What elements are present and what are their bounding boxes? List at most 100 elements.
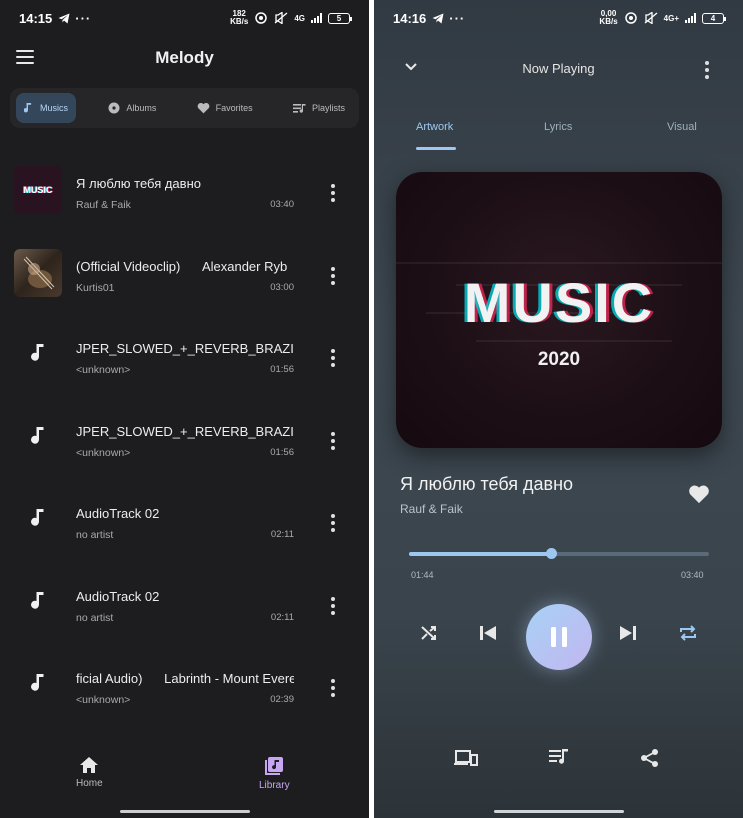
battery-icon: 5 <box>328 12 352 24</box>
nav-home[interactable]: Home <box>76 756 103 789</box>
list-item[interactable]: (Official Videoclip) Alexander Ryb Kurti… <box>0 233 369 316</box>
song-duration: 03:00 <box>270 281 294 293</box>
list-item[interactable]: AudioTrack 02 no artist 02:11 <box>0 480 369 563</box>
more-options-icon[interactable] <box>331 266 335 285</box>
network-speed: 182 KB/s <box>230 9 249 26</box>
list-item[interactable]: JPER_SLOWED_+_REVERB_BRAZILIAI <unknown>… <box>0 315 369 398</box>
list-item[interactable]: AudioTrack 02 no artist 02:11 <box>0 563 369 646</box>
music-note-icon <box>26 506 50 530</box>
active-tab-indicator <box>416 147 456 150</box>
song-duration: 03:40 <box>270 199 294 210</box>
more-options-icon[interactable] <box>331 596 335 615</box>
view-tabs: Artwork Lyrics Visual <box>374 118 743 154</box>
song-artist: <unknown> <box>76 446 131 459</box>
list-item[interactable]: JPER_SLOWED_+_REVERB_BRAZILIAI <unknown>… <box>0 398 369 481</box>
song-artist: no artist <box>76 611 114 624</box>
share-icon[interactable] <box>640 748 660 768</box>
seek-bar[interactable] <box>409 548 709 559</box>
cast-devices-icon[interactable] <box>454 748 478 768</box>
song-duration: 02:11 <box>270 611 294 623</box>
song-artist: <unknown> <box>76 364 131 376</box>
song-artist: Rauf & Faik <box>76 199 131 211</box>
status-bar: 14:15 ··· 182 KB/s 4G 5 <box>0 0 369 36</box>
album-thumbnail: MUSIC <box>14 166 62 214</box>
telegram-icon <box>432 13 444 24</box>
current-time: 01:44 <box>411 570 434 580</box>
more-options-icon[interactable] <box>331 431 335 450</box>
music-note-icon <box>24 102 34 114</box>
song-duration: 02:11 <box>270 529 294 540</box>
song-artist: no artist <box>76 529 114 541</box>
signal-icon <box>311 13 322 23</box>
song-artist: <unknown> <box>76 694 131 706</box>
album-artwork: MUSIC 2020 <box>396 172 722 448</box>
tab-favorites[interactable]: Favorites <box>189 93 261 123</box>
list-item[interactable]: MUSIC Я люблю тебя давно Rauf & Faik 03:… <box>0 150 369 233</box>
playlist-icon <box>292 103 306 114</box>
now-playing-screen: 14:16 ··· 0,00 KB/s 4G+ 4 Now Playing Art… <box>374 0 743 818</box>
music-note-icon <box>26 589 50 613</box>
favorite-heart-icon[interactable] <box>688 484 710 504</box>
status-time: 14:16 <box>393 10 427 26</box>
library-music-icon <box>264 756 284 776</box>
skip-previous-icon[interactable] <box>478 624 498 642</box>
music-note-icon <box>26 341 50 365</box>
song-title: (Official Videoclip) Alexander Ryb <box>76 258 288 274</box>
artwork-year: 2020 <box>537 349 581 370</box>
more-options-icon[interactable] <box>331 184 335 202</box>
seek-progress <box>409 552 551 556</box>
song-duration: 01:56 <box>270 446 294 458</box>
thumbnail-text: MUSIC <box>23 185 53 195</box>
battery-icon: 4 <box>702 12 726 24</box>
song-title: AudioTrack 02 <box>76 506 160 521</box>
tab-musics[interactable]: Musics <box>16 93 77 123</box>
more-options-icon[interactable] <box>331 514 335 532</box>
mute-icon <box>274 12 288 24</box>
mute-icon <box>644 12 658 24</box>
song-title: Я люблю тебя давно <box>400 474 574 494</box>
tab-lyrics[interactable]: Lyrics <box>544 121 572 133</box>
list-item[interactable]: ficial Audio) Labrinth - Mount Evere <un… <box>0 645 369 728</box>
repeat-icon[interactable] <box>678 624 698 642</box>
guitar-photo <box>23 256 55 289</box>
more-options-icon[interactable] <box>331 679 335 697</box>
tab-albums[interactable]: Albums <box>100 93 164 123</box>
status-bar: 14:16 ··· 0,00 KB/s 4G+ 4 <box>374 0 743 36</box>
song-title: AudioTrack 02 <box>76 588 160 604</box>
hotspot-icon <box>624 12 638 24</box>
skip-next-icon[interactable] <box>618 624 638 642</box>
tab-playlists[interactable]: Playlists <box>285 93 353 123</box>
queue-icon[interactable] <box>549 748 569 766</box>
bottom-navigation: Home Library <box>0 748 369 818</box>
tab-artwork[interactable]: Artwork <box>416 121 453 133</box>
network-type: 4G <box>294 13 305 23</box>
song-title: JPER_SLOWED_+_REVERB_BRAZILIAI <box>76 423 294 439</box>
library-tabs: Musics Albums Favorites Playlists <box>10 88 359 128</box>
pause-icon <box>551 627 556 647</box>
shuffle-icon[interactable] <box>420 624 438 642</box>
album-thumbnail <box>14 248 62 297</box>
seek-handle[interactable] <box>545 548 557 559</box>
artwork-title: MUSIC <box>463 271 655 334</box>
network-speed: 0,00 KB/s <box>599 9 618 26</box>
home-icon <box>79 756 99 774</box>
song-list: MUSIC Я люблю тебя давно Rauf & Faik 03:… <box>0 150 369 728</box>
song-title: Я люблю тебя давно <box>76 176 201 191</box>
song-artist: Rauf & Faik <box>400 502 463 516</box>
network-type: 4G+ <box>663 13 679 23</box>
app-bar: Melody <box>0 40 369 76</box>
music-note-icon <box>26 424 50 448</box>
nav-library[interactable]: Library <box>259 756 290 791</box>
now-playing-header: Now Playing <box>374 52 743 84</box>
more-options-icon[interactable] <box>705 61 709 79</box>
song-title: JPER_SLOWED_+_REVERB_BRAZILIAI <box>76 341 294 356</box>
pause-button[interactable] <box>526 604 592 670</box>
more-notifications-icon: ··· <box>449 10 466 26</box>
gesture-bar <box>119 810 250 813</box>
more-options-icon[interactable] <box>331 349 335 367</box>
music-note-icon <box>26 671 50 695</box>
page-title: Now Playing <box>522 61 595 76</box>
total-time: 03:40 <box>681 570 704 580</box>
tab-visual[interactable]: Visual <box>667 121 697 133</box>
app-title: Melody <box>155 48 214 67</box>
